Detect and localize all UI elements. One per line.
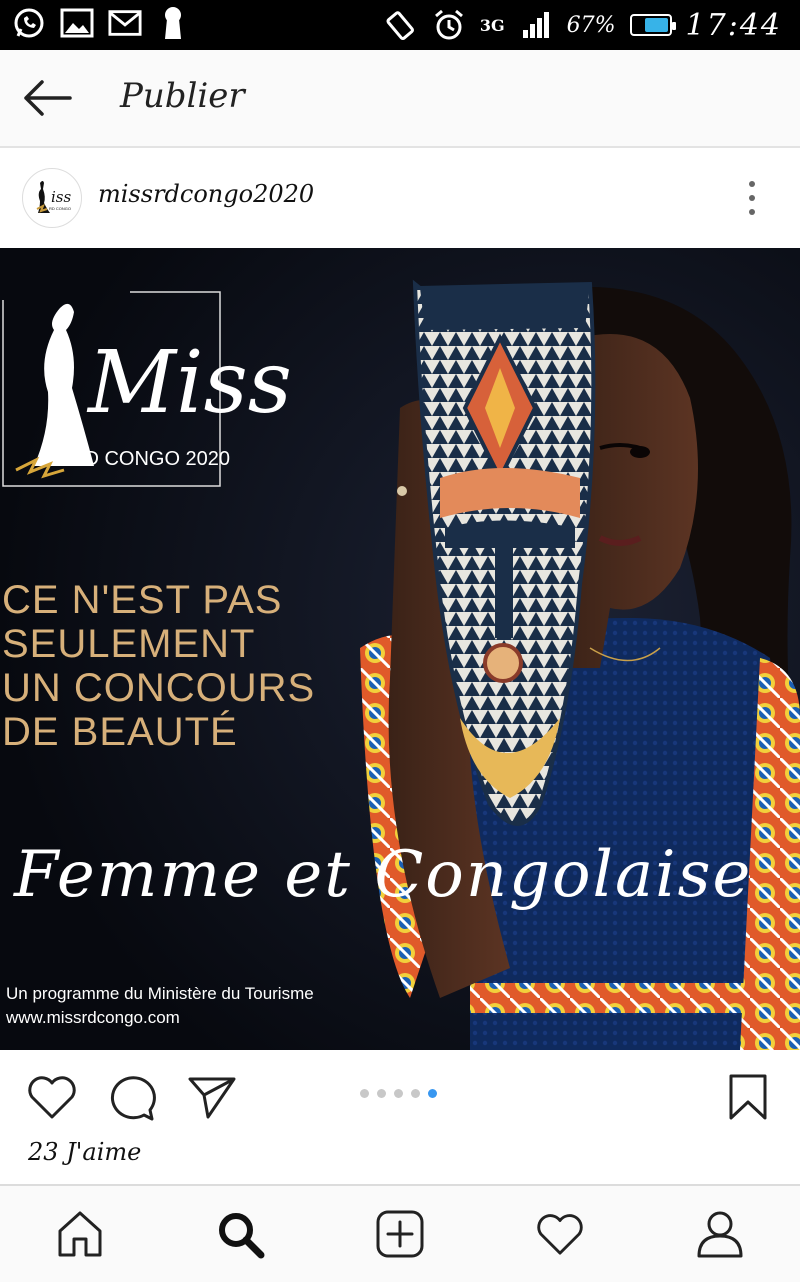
- alarm-icon: [432, 8, 466, 42]
- post-header: iss RD CONGO missrdcongo2020: [0, 148, 800, 248]
- carousel-indicator: [360, 1089, 437, 1098]
- logo-subtitle: RD CONGO 2020: [70, 448, 231, 470]
- system-status: 3G 67% 17:44: [384, 6, 782, 44]
- page-title: Publier: [120, 76, 245, 116]
- profile-icon: [697, 1211, 743, 1258]
- post-username[interactable]: missrdcongo2020: [98, 180, 314, 208]
- top-app-bar: Publier: [0, 50, 800, 148]
- battery-level-fill: [644, 18, 668, 32]
- rotate-icon: [384, 8, 418, 42]
- add-post-icon: [376, 1210, 424, 1258]
- bookmark-icon: [729, 1074, 767, 1120]
- nav-home[interactable]: [52, 1206, 108, 1262]
- like-button[interactable]: [24, 1070, 80, 1124]
- back-button[interactable]: [20, 74, 74, 122]
- gallery-icon: [60, 6, 94, 40]
- poster-footer-line-1: Un programme du Ministère du Tourisme: [6, 984, 314, 1003]
- comment-bubble-icon: [110, 1076, 156, 1121]
- home-icon: [58, 1211, 102, 1257]
- network-type: 3G: [479, 15, 505, 35]
- comment-button[interactable]: [104, 1070, 160, 1124]
- whatsapp-icon: [12, 6, 46, 40]
- carousel-dot: [394, 1089, 403, 1098]
- send-paper-plane-icon: [188, 1077, 236, 1119]
- post-image[interactable]: Miss RD CONGO 2020 CE N'EST PAS SEULEMEN…: [0, 248, 800, 1050]
- poster-footer-line-2: www.missrdcongo.com: [6, 1008, 180, 1027]
- avatar-logo-icon: iss RD CONGO: [36, 181, 71, 213]
- clock: 17:44: [685, 7, 782, 43]
- nav-activity[interactable]: [532, 1206, 588, 1262]
- script-headline: Femme et Congolaise: [14, 838, 753, 912]
- svg-text:iss: iss: [51, 188, 71, 206]
- avatar[interactable]: iss RD CONGO: [22, 168, 82, 228]
- carousel-dot: [360, 1089, 369, 1098]
- more-vertical-icon: [749, 181, 755, 215]
- battery-percent: 67%: [566, 12, 616, 38]
- more-options-button[interactable]: [732, 180, 772, 216]
- carousel-dot: [411, 1089, 420, 1098]
- arrow-left-icon: [24, 80, 72, 116]
- search-icon: [219, 1213, 265, 1259]
- gmail-icon: [108, 6, 142, 40]
- carousel-dot: [428, 1089, 437, 1098]
- notification-icons: [12, 6, 190, 40]
- nav-new-post[interactable]: [372, 1206, 428, 1262]
- signal-icon: [519, 8, 553, 42]
- nav-search[interactable]: [212, 1206, 268, 1262]
- save-button[interactable]: [720, 1070, 776, 1124]
- keyhole-icon: [156, 6, 190, 40]
- share-button[interactable]: [184, 1070, 240, 1124]
- carousel-dot: [377, 1089, 386, 1098]
- logo-title: Miss: [88, 333, 292, 433]
- post-actions: [0, 1050, 800, 1140]
- status-bar: 3G 67% 17:44: [0, 0, 800, 50]
- tagline-line-3: UN CONCOURS: [2, 666, 316, 710]
- tagline-line-1: CE N'EST PAS: [2, 578, 283, 622]
- bottom-navigation: [0, 1184, 800, 1282]
- like-count[interactable]: 23 J'aime: [28, 1138, 141, 1166]
- svg-text:RD CONGO: RD CONGO: [49, 206, 71, 211]
- activity-heart-icon: [537, 1214, 583, 1255]
- nav-profile[interactable]: [692, 1206, 748, 1262]
- tagline-line-4: DE BEAUTÉ: [2, 710, 238, 754]
- tagline-line-2: SEULEMENT: [2, 622, 256, 666]
- heart-icon: [28, 1076, 76, 1119]
- battery-icon: [629, 14, 676, 36]
